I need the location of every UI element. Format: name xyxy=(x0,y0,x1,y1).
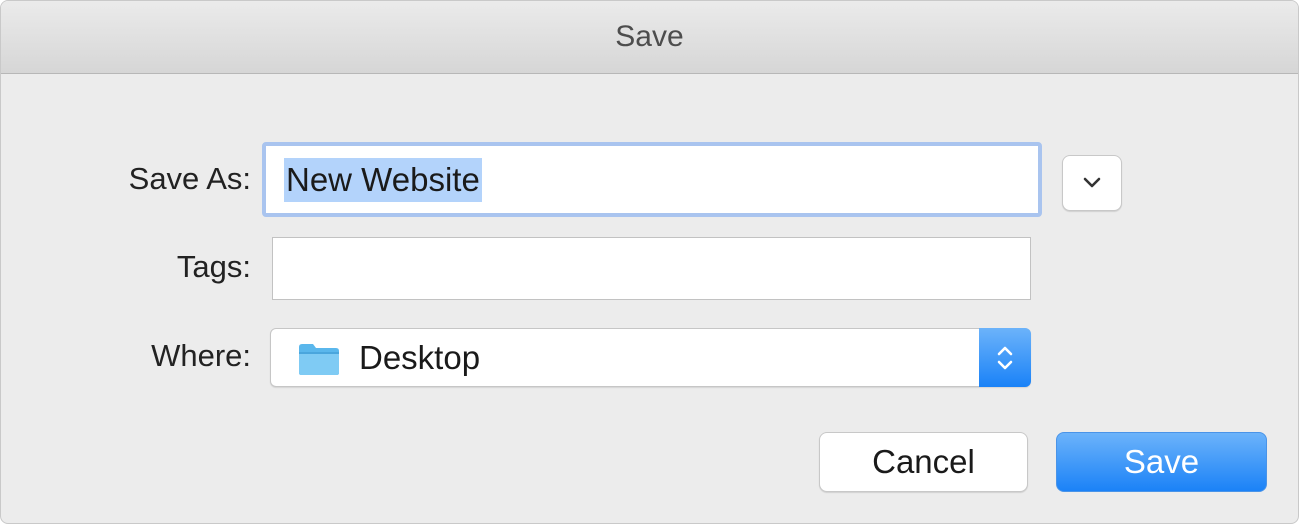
save-as-label: Save As: xyxy=(128,161,251,196)
updown-chevron-icon xyxy=(997,346,1013,369)
folder-icon xyxy=(299,344,339,375)
where-stepper[interactable] xyxy=(979,328,1031,387)
save-as-field[interactable]: New Website xyxy=(262,142,1042,217)
chevron-down-icon xyxy=(1083,177,1101,188)
tags-field[interactable] xyxy=(272,237,1031,300)
dialog-title: Save xyxy=(615,20,684,53)
tags-label: Tags: xyxy=(176,249,251,284)
save-as-value: New Website xyxy=(284,157,482,202)
where-label: Where: xyxy=(151,338,251,373)
where-selected-value: Desktop xyxy=(359,338,481,376)
dialog-titlebar: Save xyxy=(1,1,1298,74)
save-button[interactable]: Save xyxy=(1056,432,1267,492)
where-popup[interactable]: Desktop xyxy=(270,328,1031,387)
expand-dialog-button[interactable] xyxy=(1062,155,1122,211)
save-dialog: Save Save As: New Website Tags: Where: D… xyxy=(0,0,1299,524)
cancel-button[interactable]: Cancel xyxy=(819,432,1028,492)
